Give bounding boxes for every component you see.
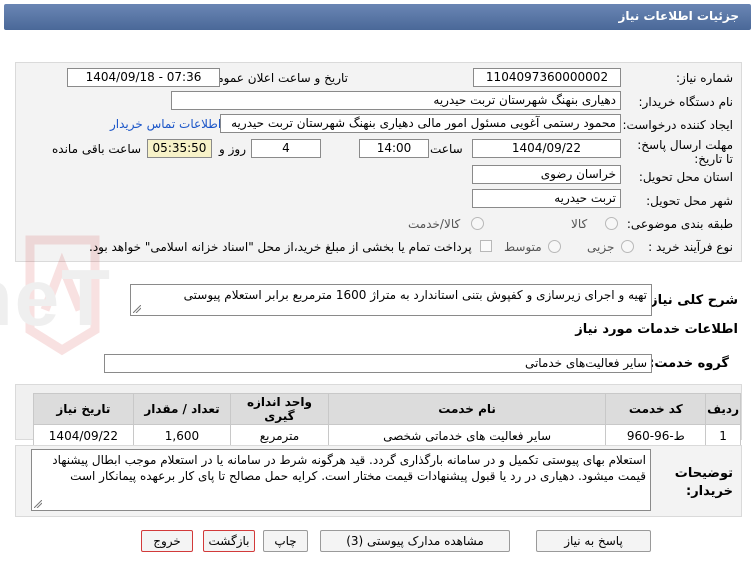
watermark-text: AriaTender.neT <box>0 253 112 342</box>
days-remaining-field: 4 <box>251 139 321 158</box>
page-header: جزئیات اطلاعات نیاز <box>4 4 751 30</box>
services-table-header-row: ردیف کد خدمت نام خدمت واحد اندازه گیری ت… <box>33 393 741 425</box>
buyer-contact-link[interactable]: اطلاعات تماس خریدار <box>110 117 221 131</box>
col-quantity: تعداد / مقدار <box>132 393 232 425</box>
col-unit: واحد اندازه گیری <box>230 393 329 425</box>
cell-service-code: ط-96-960 <box>605 424 707 447</box>
category-radio-goods-service[interactable] <box>471 217 484 230</box>
services-section-title: اطلاعات خدمات مورد نیاز <box>575 322 738 337</box>
deadline-time-field: 14:00 <box>359 139 429 158</box>
city-label: شهر محل تحویل: <box>646 194 733 208</box>
service-group-field: سایر فعالیت‌های خدماتی <box>104 354 652 373</box>
province-label: استان محل تحویل: <box>638 170 733 184</box>
category-radio-goods[interactable] <box>605 217 618 230</box>
buyer-notes-label-line1: توضیحات <box>674 466 733 481</box>
cell-quantity: 1,600 <box>132 424 232 447</box>
buyer-notes-label-line2: خریدار: <box>686 484 733 499</box>
need-number-label: شماره نیاز: <box>676 71 733 85</box>
treasury-bond-checkbox[interactable] <box>480 240 492 252</box>
purchase-type-option-minor: جزیی <box>587 240 615 254</box>
requester-field: محمود رستمی آغویی مسئول امور مالی دهیاری… <box>220 114 621 133</box>
cell-need-date: 1404/09/22 <box>33 424 134 447</box>
cell-service-name: سایر فعالیت های خدماتی شخصی <box>327 424 607 447</box>
payment-note: پرداخت تمام یا بخشی از مبلغ خرید،از محل … <box>89 240 472 254</box>
description-resize-handle[interactable] <box>133 305 141 313</box>
purchase-type-radio-medium[interactable] <box>548 240 561 253</box>
purchase-type-radio-minor[interactable] <box>621 240 634 253</box>
need-number-field: 1104097360000002 <box>473 68 621 87</box>
services-table: ردیف کد خدمت نام خدمت واحد اندازه گیری ت… <box>33 393 741 447</box>
print-button[interactable]: چاپ <box>263 530 308 552</box>
category-option-goods: کالا <box>571 217 588 231</box>
buyer-org-label: نام دستگاه خریدار: <box>638 95 734 109</box>
service-group-label: گروه خدمت: <box>649 356 729 371</box>
page-title: جزئیات اطلاعات نیاز <box>618 9 739 23</box>
deadline-date-field: 1404/09/22 <box>472 139 621 158</box>
category-option-goods-service: کالا/خدمت <box>408 217 461 231</box>
buyer-notes-resize-handle[interactable] <box>34 500 42 508</box>
deadline-label: مهلت ارسال پاسخ: تا تاریخ: <box>637 138 733 166</box>
announce-datetime-label: تاریخ و ساعت اعلان عمومی: <box>203 71 348 85</box>
remaining-time-field: 05:35:50 <box>147 139 212 158</box>
requester-label: ایجاد کننده درخواست: <box>622 118 733 132</box>
city-field: تربت حیدریه <box>472 189 621 208</box>
cell-row: 1 <box>705 424 741 447</box>
announce-datetime-field: 1404/09/18 - 07:36 <box>67 68 220 87</box>
exit-button[interactable]: خروج <box>141 530 193 552</box>
description-label: شرح کلی نیاز: <box>644 293 738 308</box>
back-button[interactable]: بازگشت <box>203 530 255 552</box>
col-need-date: تاریخ نیاز <box>33 393 134 425</box>
province-field: خراسان رضوی <box>472 165 621 184</box>
category-label: طبقه بندی موضوعی: <box>626 217 733 231</box>
reply-button[interactable]: پاسخ به نیاز <box>536 530 651 552</box>
col-service-name: نام خدمت <box>327 393 607 425</box>
col-service-code: کد خدمت <box>605 393 707 425</box>
purchase-type-option-medium: متوسط <box>504 240 542 254</box>
table-row: 1 ط-96-960 سایر فعالیت های خدماتی شخصی م… <box>33 424 741 447</box>
col-row: ردیف <box>705 393 741 425</box>
buyer-notes-textarea[interactable]: استعلام بهای پیوستی تکمیل و در سامانه با… <box>31 449 651 511</box>
buyer-org-field: دهیاری بنهنگ شهرستان تربت حیدریه <box>171 91 621 110</box>
remaining-time-label: ساعت باقی مانده <box>52 142 142 156</box>
description-textarea[interactable]: تهیه و اجرای زیرسازی و کفپوش بتنی استاند… <box>130 284 652 316</box>
cell-unit: مترمربع <box>230 424 329 447</box>
purchase-type-label: نوع فرآیند خرید : <box>648 240 733 254</box>
deadline-time-label: ساعت <box>430 142 463 156</box>
view-attachments-button[interactable]: مشاهده مدارک پیوستی (3) <box>320 530 510 552</box>
days-label: روز و <box>219 142 246 156</box>
